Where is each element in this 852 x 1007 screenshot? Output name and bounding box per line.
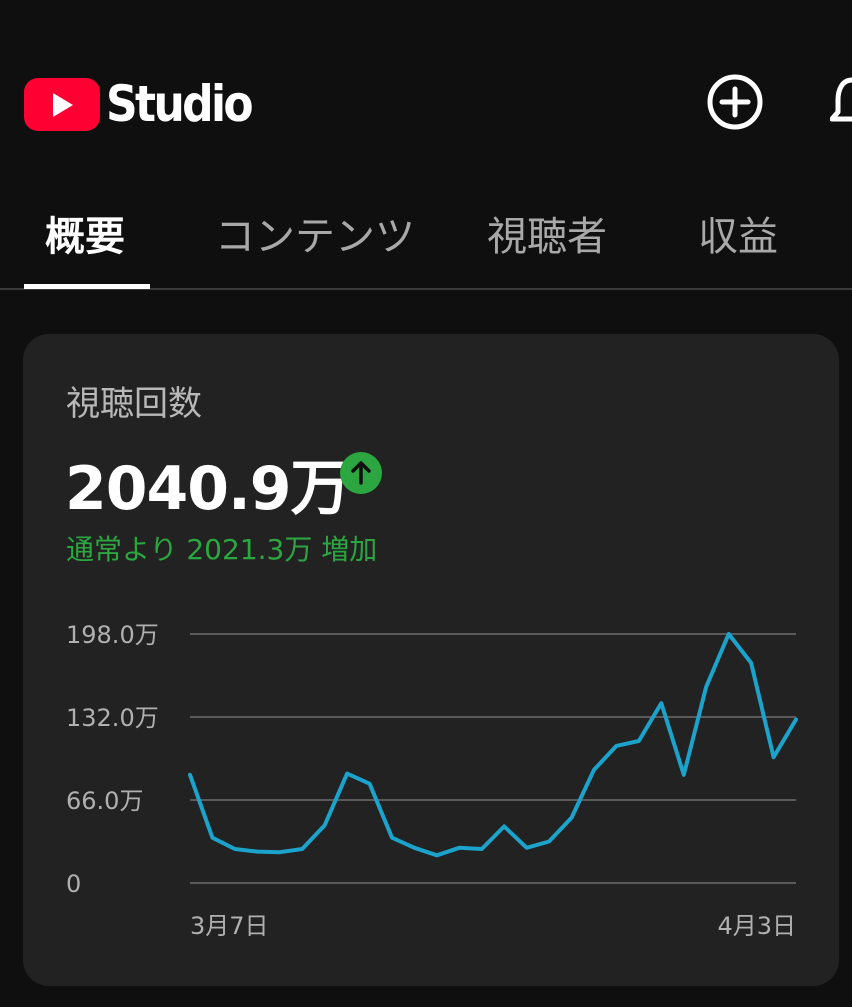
y-tick-label: 0 (66, 870, 81, 898)
create-button[interactable] (705, 72, 765, 132)
x-tick-label: 4月3日 (717, 912, 796, 940)
tab-audience[interactable]: 視聴者 (487, 204, 607, 262)
notifications-button[interactable] (829, 72, 852, 132)
youtube-studio-logo[interactable]: Studio (24, 75, 271, 133)
youtube-play-icon (24, 77, 100, 131)
tab-bar: 概要 コンテンツ 視聴者 収益 (0, 180, 852, 290)
app-header: Studio (0, 0, 852, 180)
views-line-chart: 0 66.0万 132.0万 198.0万 3月7日 4月3日 (66, 621, 798, 940)
y-tick-label: 198.0万 (66, 621, 159, 649)
tab-revenue[interactable]: 収益 (698, 204, 778, 262)
tab-content[interactable]: コンテンツ (215, 204, 415, 262)
plus-circle-icon (707, 74, 763, 130)
views-series-line (188, 632, 798, 858)
y-tick-label: 132.0万 (66, 704, 159, 732)
y-tick-label: 66.0万 (66, 787, 143, 815)
bell-icon (829, 77, 852, 122)
tab-overview[interactable]: 概要 (45, 204, 125, 262)
views-card[interactable]: 視聴回数 2040.9万 通常より 2021.3万 増加 0 66.0万 132.0… (23, 334, 839, 986)
logo-text: Studio (106, 75, 254, 133)
x-tick-label: 3月7日 (190, 912, 269, 940)
active-tab-indicator (24, 284, 150, 289)
